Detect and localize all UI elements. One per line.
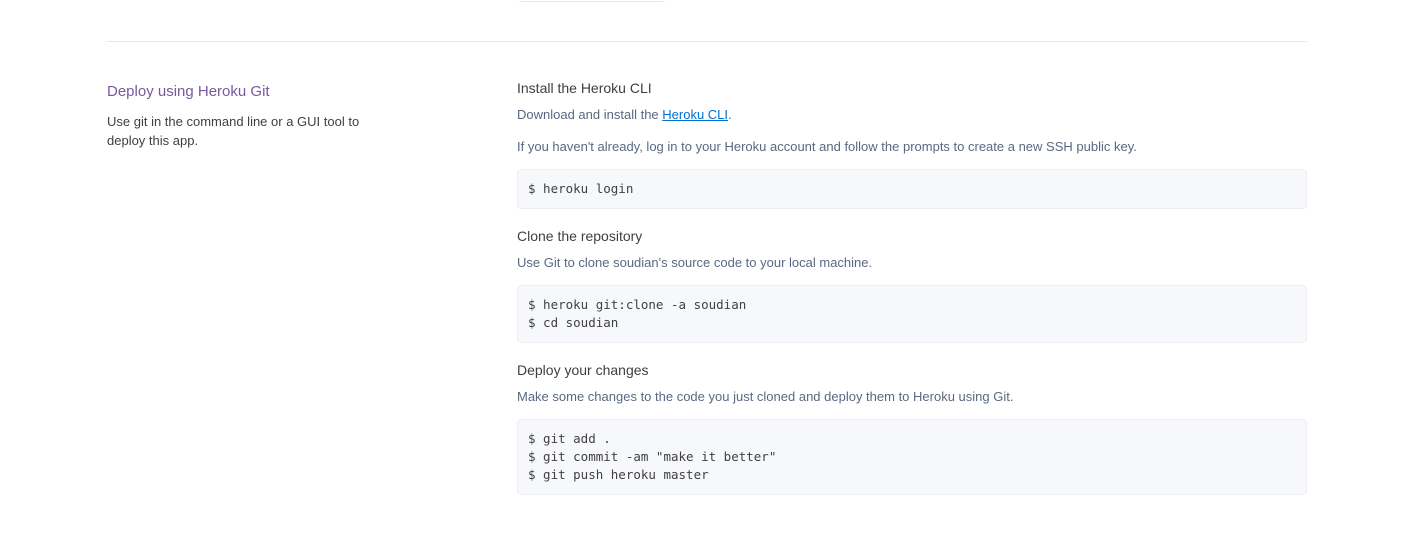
code-line: $ cd soudian	[528, 315, 619, 330]
clone-repo-text: Use Git to clone soudian's source code t…	[517, 255, 873, 270]
code-line: $ heroku login	[528, 181, 634, 196]
step-title-install-cli: Install the Heroku CLI	[517, 80, 652, 96]
code-block-clone[interactable]: $ heroku git:clone -a soudian $ cd soudi…	[517, 285, 1307, 343]
code-block-deploy[interactable]: $ git add . $ git commit -am "make it be…	[517, 419, 1307, 495]
section-divider	[107, 41, 1307, 42]
code-line: $ git add .	[528, 431, 611, 446]
code-block-login[interactable]: $ heroku login	[517, 169, 1307, 209]
download-cli-text: Download and install the Heroku CLI.	[517, 105, 1307, 124]
deploy-instructions: Install the Heroku CLI Download and inst…	[517, 78, 1307, 495]
step-title-clone-repo: Clone the repository	[517, 228, 643, 244]
section-description: Use git in the command line or a GUI too…	[107, 114, 360, 148]
login-instructions-text: If you haven't already, log in to your H…	[517, 139, 1137, 154]
code-line: $ git push heroku master	[528, 467, 709, 482]
download-cli-prefix: Download and install the	[517, 107, 663, 122]
previous-section-edge	[519, 0, 665, 2]
deploy-section-intro: Deploy using Heroku Git Use git in the c…	[107, 82, 407, 150]
deploy-changes-text: Make some changes to the code you just c…	[517, 389, 1014, 404]
heroku-cli-link[interactable]: Heroku CLI	[662, 107, 728, 122]
step-title-deploy-changes: Deploy your changes	[517, 362, 649, 378]
section-title: Deploy using Heroku Git	[107, 83, 270, 100]
code-line: $ heroku git:clone -a soudian	[528, 297, 747, 312]
code-line: $ git commit -am "make it better"	[528, 449, 777, 464]
download-cli-suffix: .	[728, 107, 732, 122]
